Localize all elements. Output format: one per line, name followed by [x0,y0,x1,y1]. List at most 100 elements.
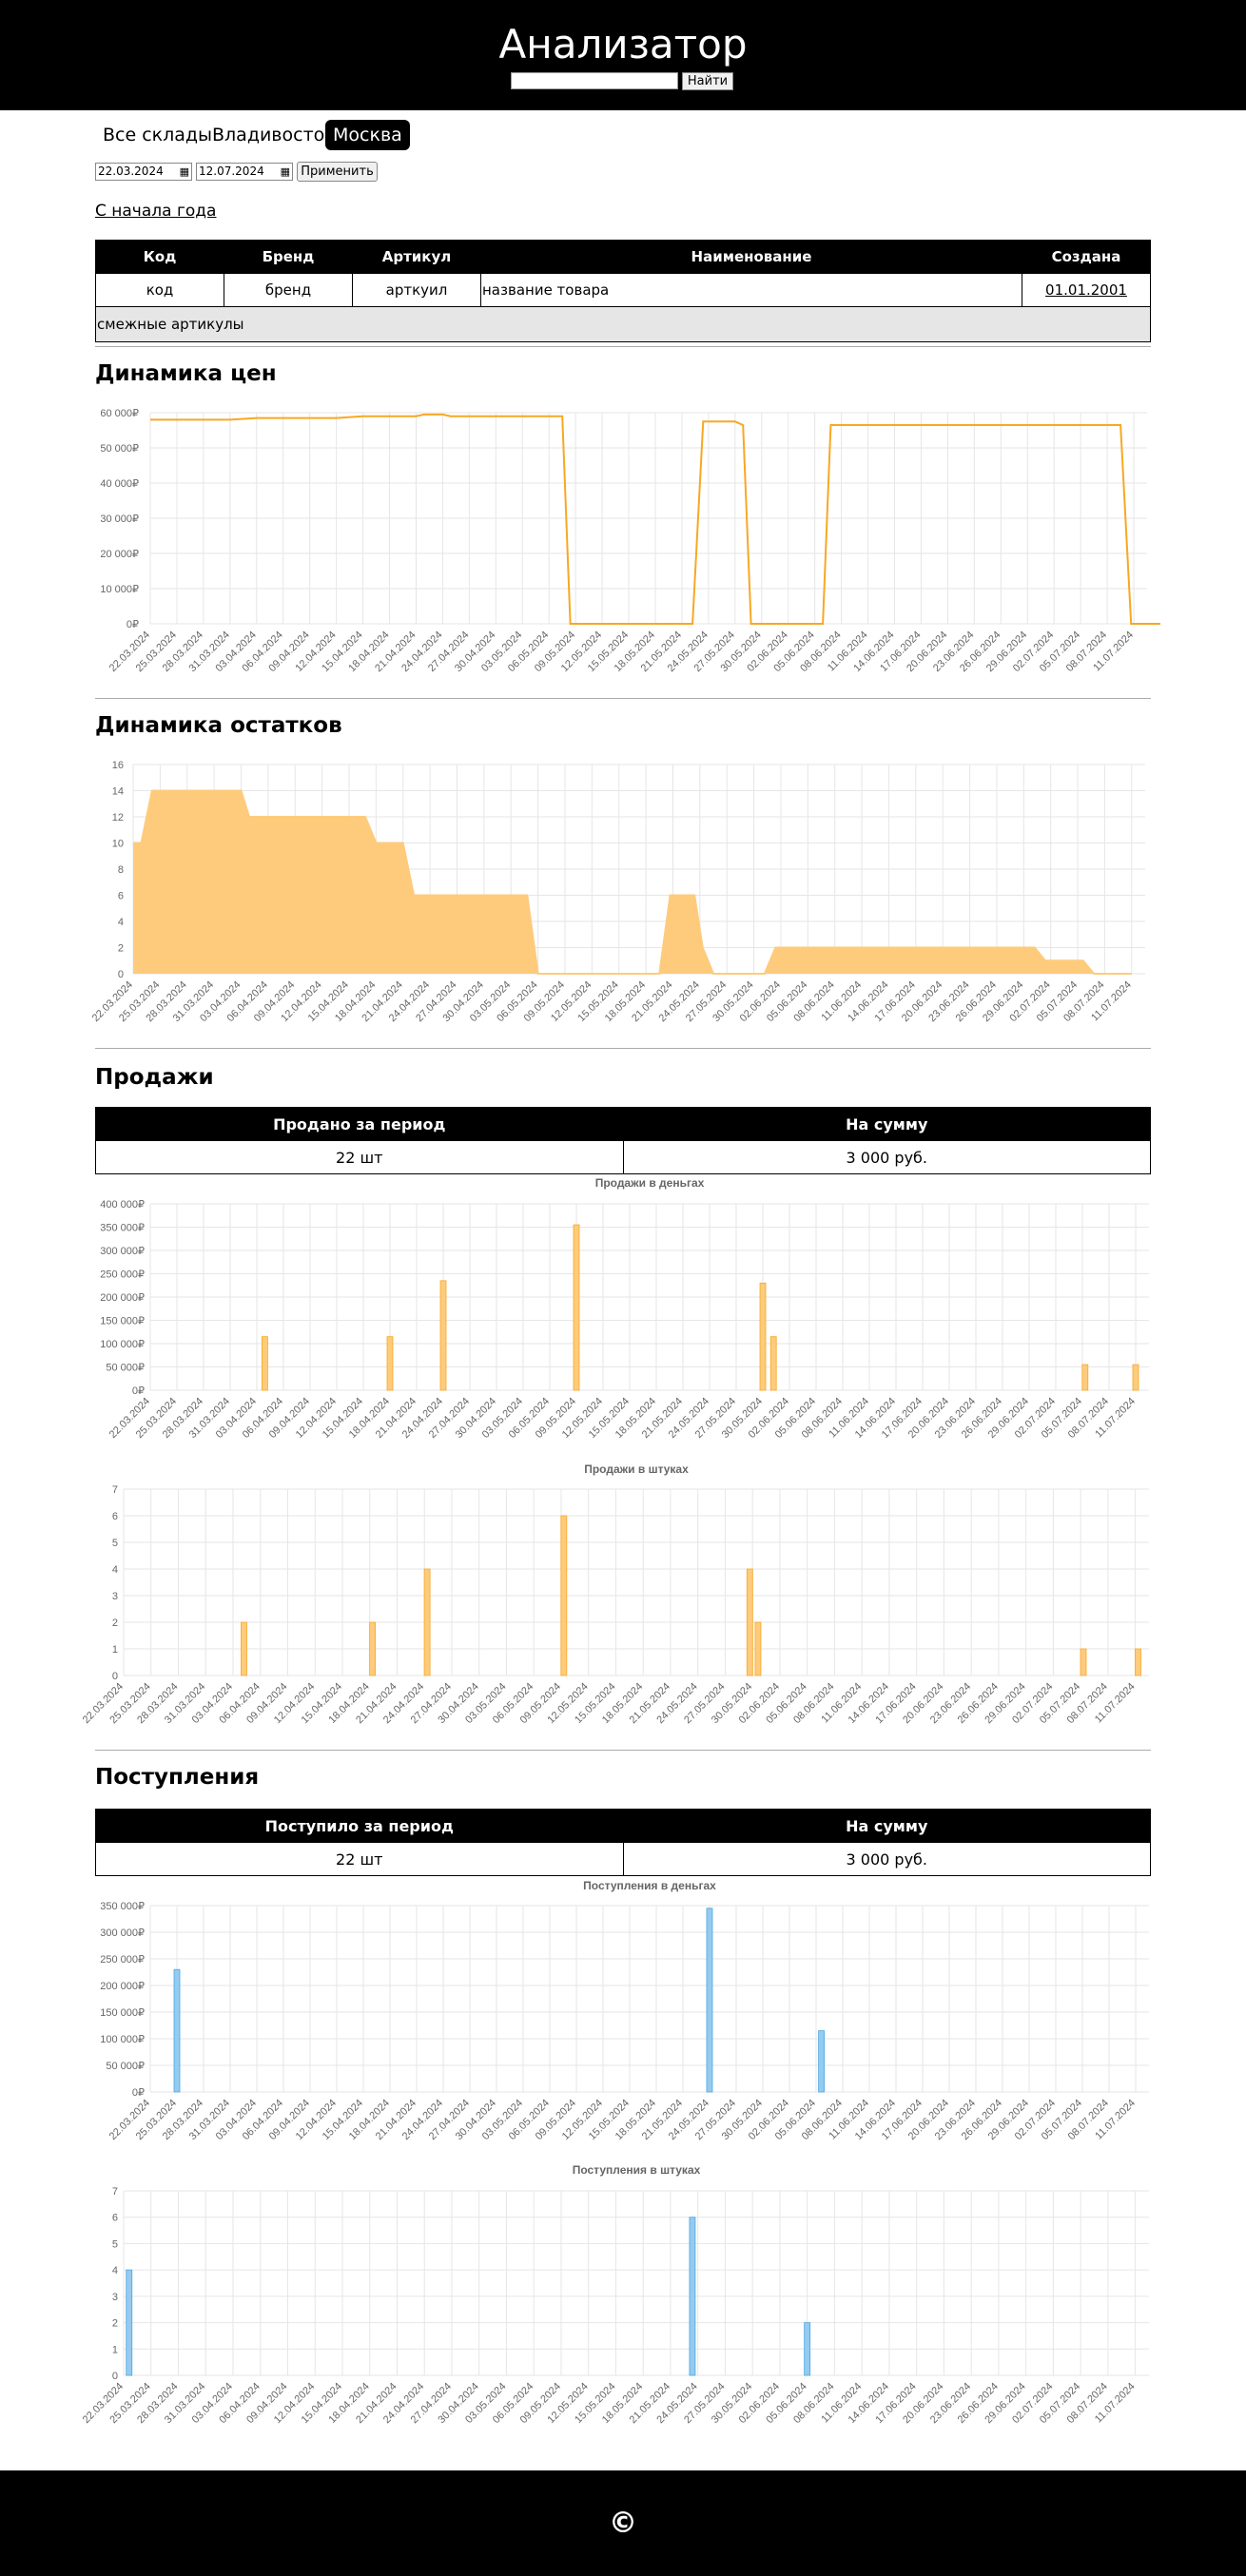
x-tick-label: 12.04.2024 [272,2381,317,2426]
x-tick-label: 27.05.2024 [682,2381,727,2426]
x-tick-label: 03.05.2024 [463,1681,508,1726]
bar [1080,1648,1087,1676]
x-tick-label: 08.06.2024 [798,629,843,674]
x-tick-label: 30.04.2024 [436,2381,480,2426]
y-tick-label: 0₽ [127,619,139,630]
y-tick-label: 8 [118,864,124,876]
bar [804,2322,811,2376]
table-row: код бренд арткуил название товара 01.01.… [95,273,1151,307]
x-tick-label: 17.06.2024 [880,2098,925,2142]
x-tick-label: 18.04.2024 [347,2098,392,2142]
related-articles[interactable]: смежные артикулы [95,306,1151,342]
y-tick-label: 1 [112,1644,118,1656]
x-tick-label: 22.03.2024 [107,629,152,674]
x-tick-label: 18.05.2024 [613,1396,658,1441]
x-tick-label: 05.07.2024 [1040,1396,1084,1441]
stock-line [133,789,1132,975]
x-tick-label: 21.04.2024 [354,2381,399,2426]
x-tick-label: 03.05.2024 [480,2098,525,2142]
bar [754,1621,762,1676]
tab-all-warehouses[interactable]: Все склады [95,120,220,150]
x-tick-label: 08.06.2024 [800,1396,845,1441]
x-tick-label: 02.07.2024 [1013,1396,1058,1441]
search-input[interactable] [511,72,678,89]
x-tick-label: 02.07.2024 [1013,2098,1058,2142]
chart-title: Поступления в штуках [573,2163,701,2177]
x-tick-label: 24.04.2024 [400,2098,445,2142]
x-tick-label: 03.04.2024 [198,979,243,1024]
x-tick-label: 15.04.2024 [306,979,351,1024]
col-article-header: Артикул [352,240,481,274]
chart-title: Поступления в деньгах [583,1879,716,1892]
x-tick-label: 18.04.2024 [333,979,378,1024]
date-to-field[interactable]: 12.07.2024 ▦ [196,163,293,181]
x-tick-label: 27.04.2024 [426,629,471,674]
x-tick-label: 15.05.2024 [573,1681,617,1726]
y-tick-label: 5 [112,1538,118,1549]
bar [769,1336,777,1391]
section-title-prices: Динамика цен [95,361,277,386]
y-tick-label: 0 [112,2371,118,2382]
x-tick-label: 20.06.2024 [906,1396,951,1441]
date-from-field[interactable]: 22.03.2024 ▦ [95,163,192,181]
x-tick-label: 14.06.2024 [847,1681,891,1726]
apply-button[interactable]: Применить [297,162,378,182]
x-tick-label: 06.04.2024 [241,2098,285,2142]
product-created-date[interactable]: 01.01.2001 [1022,273,1151,307]
x-tick-label: 21.05.2024 [640,1396,685,1441]
x-tick-label: 03.04.2024 [214,1396,259,1441]
x-tick-label: 06.04.2024 [241,1396,285,1441]
app-title: Анализатор [498,21,748,68]
x-tick-label: 06.04.2024 [217,2381,262,2426]
x-tick-label: 18.04.2024 [346,629,391,674]
bar [573,1224,580,1391]
sold-period-value: 22 шт [95,1140,624,1174]
tab-vladivostok[interactable]: Владивосток [204,120,343,150]
divider [95,346,1151,347]
x-tick-label: 06.04.2024 [240,629,284,674]
x-tick-label: 27.04.2024 [414,979,458,1024]
divider [95,1048,1151,1049]
x-tick-label: 21.04.2024 [374,1396,419,1441]
bar [759,1282,767,1391]
y-tick-label: 150 000₽ [100,2007,145,2019]
x-tick-label: 28.03.2024 [161,2098,205,2142]
x-tick-label: 15.05.2024 [575,979,620,1024]
divider [95,1750,1151,1751]
x-tick-label: 31.03.2024 [163,1681,207,1726]
y-tick-label: 350 000₽ [100,1901,145,1912]
x-tick-label: 27.05.2024 [682,1681,727,1726]
x-tick-label: 02.07.2024 [1011,629,1056,674]
tab-moscow[interactable]: Москва [325,120,410,150]
bar [173,1968,181,2093]
x-tick-label: 24.05.2024 [654,1681,699,1726]
x-tick-label: 27.05.2024 [693,1396,738,1441]
since-year-link[interactable]: С начала года [95,202,216,221]
x-tick-label: 25.03.2024 [107,1681,152,1726]
x-tick-label: 09.05.2024 [534,1396,578,1441]
x-tick-label: 17.06.2024 [873,979,918,1024]
x-tick-label: 03.05.2024 [463,2381,508,2426]
x-tick-label: 29.06.2024 [983,2381,1027,2426]
x-tick-label: 22.03.2024 [81,2381,126,2426]
calendar-icon[interactable]: ▦ [180,164,189,180]
header: Анализатор Найти [0,0,1246,110]
calendar-icon[interactable]: ▦ [281,164,290,180]
x-tick-label: 20.06.2024 [905,629,949,674]
y-tick-label: 16 [112,760,124,771]
y-tick-label: 100 000₽ [100,1339,145,1350]
date-to-value: 12.07.2024 [199,165,264,178]
x-tick-label: 24.05.2024 [667,1396,711,1441]
x-tick-label: 14.06.2024 [846,979,890,1024]
x-tick-label: 08.06.2024 [800,2098,845,2142]
x-tick-label: 02.06.2024 [745,629,789,674]
x-tick-label: 18.05.2024 [600,1681,645,1726]
x-tick-label: 31.03.2024 [171,979,216,1024]
x-tick-label: 30.05.2024 [720,1396,765,1441]
bar [689,2217,696,2376]
x-tick-label: 05.06.2024 [764,1681,808,1726]
x-tick-label: 27.04.2024 [427,2098,472,2142]
x-tick-label: 18.04.2024 [347,1396,392,1441]
x-tick-label: 21.04.2024 [374,2098,419,2142]
search-button[interactable]: Найти [682,72,733,90]
